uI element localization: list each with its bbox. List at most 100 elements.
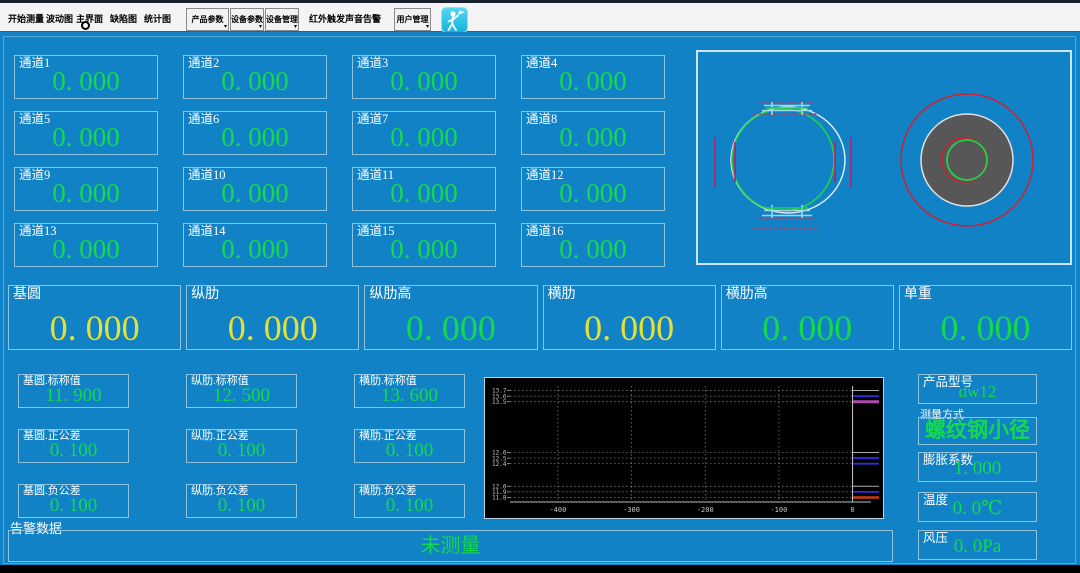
channel-box: 通道110. 000 (352, 167, 496, 211)
menu-device-manage-dropdown[interactable]: 设备管理 ▾ (265, 8, 299, 31)
channel-box: 通道60. 000 (183, 111, 327, 155)
measurement-label: 横肋 (548, 286, 576, 303)
measurement-label: 纵肋高 (369, 286, 411, 303)
menu-device-manage-label: 设备管理 (266, 15, 298, 24)
channel-box: 通道70. 000 (352, 111, 496, 155)
measurement-value: 0. 000 (900, 307, 1071, 349)
parameter-box: 基圆.标称值11. 900 (18, 374, 129, 408)
parameter-value: 0. 100 (19, 440, 128, 462)
channel-value: 0. 000 (15, 66, 157, 97)
product-model-value: dw12 (919, 382, 1036, 402)
rebar-cross-section-diagram (698, 52, 1070, 263)
svg-text:13.5: 13.5 (492, 399, 507, 406)
menu-device-params-dropdown[interactable]: 设备参数 ▾ (230, 8, 264, 31)
parameter-box: 纵肋.标称值12. 500 (186, 374, 297, 408)
alarm-status-value: 未测量 (9, 529, 892, 558)
measure-mode-box: 螺纹钢小径 (918, 417, 1037, 445)
parameter-grid: 基圆.标称值11. 900 纵肋.标称值12. 500 横肋.标称值13. 60… (18, 374, 465, 518)
svg-text:-400: -400 (549, 506, 566, 514)
channel-box: 通道130. 000 (14, 223, 158, 267)
channel-value: 0. 000 (353, 122, 495, 153)
channel-value: 0. 000 (353, 66, 495, 97)
channel-box: 通道150. 000 (352, 223, 496, 267)
parameter-box: 纵肋.负公差0. 100 (186, 484, 297, 518)
alarm-data-box: 未测量 (8, 530, 893, 562)
channel-box: 通道20. 000 (183, 55, 327, 99)
measure-mode-value: 螺纹钢小径 (919, 414, 1036, 444)
bottom-strip (0, 565, 1080, 573)
measurement-box: 单重0. 000 (899, 285, 1072, 350)
channel-value: 0. 000 (15, 234, 157, 265)
temperature-value: 0. 0℃ (919, 497, 1036, 520)
channel-value: 0. 000 (353, 178, 495, 209)
expansion-coef-value: 1. 000 (919, 458, 1036, 480)
menu-start-measure[interactable]: 开始测量 (8, 12, 44, 25)
svg-text:-300: -300 (623, 506, 640, 514)
measurement-value: 0. 000 (544, 307, 715, 349)
channel-box: 通道80. 000 (521, 111, 665, 155)
measurement-value: 0. 000 (365, 307, 536, 349)
menu-stats-chart[interactable]: 统计图 (144, 12, 171, 25)
svg-text:11.8: 11.8 (492, 495, 507, 502)
channel-value: 0. 000 (522, 234, 664, 265)
menu-defect-chart[interactable]: 缺陷图 (110, 12, 137, 25)
main-screen-selected-indicator (81, 21, 90, 30)
measurement-label: 基圆 (13, 286, 41, 303)
parameter-value: 0. 100 (19, 495, 128, 517)
measurement-box: 纵肋0. 000 (186, 285, 359, 350)
menu-product-params-dropdown[interactable]: 产品参数 ▾ (186, 8, 229, 31)
parameter-box: 横肋.正公差0. 100 (354, 429, 465, 463)
parameter-box: 纵肋.正公差0. 100 (186, 429, 297, 463)
parameter-box: 基圆.负公差0. 100 (18, 484, 129, 518)
parameter-box: 横肋.标称值13. 600 (354, 374, 465, 408)
channel-box: 通道10. 000 (14, 55, 158, 99)
menu-user-manage-dropdown[interactable]: 用户管理 ▾ (394, 8, 431, 31)
channel-value: 0. 000 (15, 178, 157, 209)
measurement-label: 横肋高 (726, 286, 768, 303)
channel-box: 通道100. 000 (183, 167, 327, 211)
channel-box: 通道140. 000 (183, 223, 327, 267)
channel-value: 0. 000 (522, 122, 664, 153)
product-model-box: 产品型号 dw12 (918, 374, 1037, 404)
channel-value: 0. 000 (353, 234, 495, 265)
menu-device-params-label: 设备参数 (231, 15, 263, 24)
channel-value: 0. 000 (184, 178, 326, 209)
channel-value: 0. 000 (15, 122, 157, 153)
figure-with-flag-icon[interactable] (441, 7, 468, 33)
parameter-box: 基圆.正公差0. 100 (18, 429, 129, 463)
wind-pressure-value: 0. 0Pa (919, 536, 1036, 558)
parameter-value: 0. 100 (355, 440, 464, 462)
measurement-value: 0. 000 (9, 307, 180, 349)
menu-user-manage-label: 用户管理 (397, 15, 429, 24)
parameter-value: 12. 500 (187, 385, 296, 407)
parameter-value: 0. 100 (355, 495, 464, 517)
measurement-box: 纵肋高 0. 000 (364, 285, 537, 350)
measurement-label: 纵肋 (191, 286, 219, 303)
parameter-value: 0. 100 (187, 495, 296, 517)
channel-value: 0. 000 (522, 66, 664, 97)
measurement-box: 横肋 0. 000 (543, 285, 716, 350)
channel-box: 通道50. 000 (14, 111, 158, 155)
dropdown-arrow-icon: ▾ (259, 24, 262, 30)
channel-box: 通道120. 000 (521, 167, 665, 211)
channel-box: 通道30. 000 (352, 55, 496, 99)
menu-sound-alarm[interactable]: 声音告警 (345, 12, 381, 25)
channel-box: 通道40. 000 (521, 55, 665, 99)
measurement-box: 横肋高0. 000 (721, 285, 894, 350)
dropdown-arrow-icon: ▾ (294, 24, 297, 30)
dropdown-arrow-icon: ▾ (224, 24, 227, 30)
channel-box: 通道160. 000 (521, 223, 665, 267)
measurement-box: 基圆 0. 000 (8, 285, 181, 350)
channel-value: 0. 000 (184, 234, 326, 265)
parameter-box: 横肋.负公差0. 100 (354, 484, 465, 518)
menu-wave-chart[interactable]: 波动图 (46, 12, 73, 25)
measurement-row: 基圆0. 000 纵肋0. 000 纵肋高0. 000 横肋0. 000 横肋高… (8, 285, 1072, 350)
parameter-value: 0. 100 (187, 440, 296, 462)
channel-value: 0. 000 (184, 66, 326, 97)
svg-text:0: 0 (850, 506, 854, 514)
menu-bar: 开始测量 波动图 主界面 缺陷图 统计图 产品参数 ▾ 设备参数 ▾ 设备管理 … (0, 3, 1080, 33)
menu-infrared-trigger[interactable]: 红外触发 (309, 12, 345, 25)
parameter-value: 13. 600 (355, 385, 464, 407)
channel-box: 通道90. 000 (14, 167, 158, 211)
parameter-value: 11. 900 (19, 385, 128, 407)
